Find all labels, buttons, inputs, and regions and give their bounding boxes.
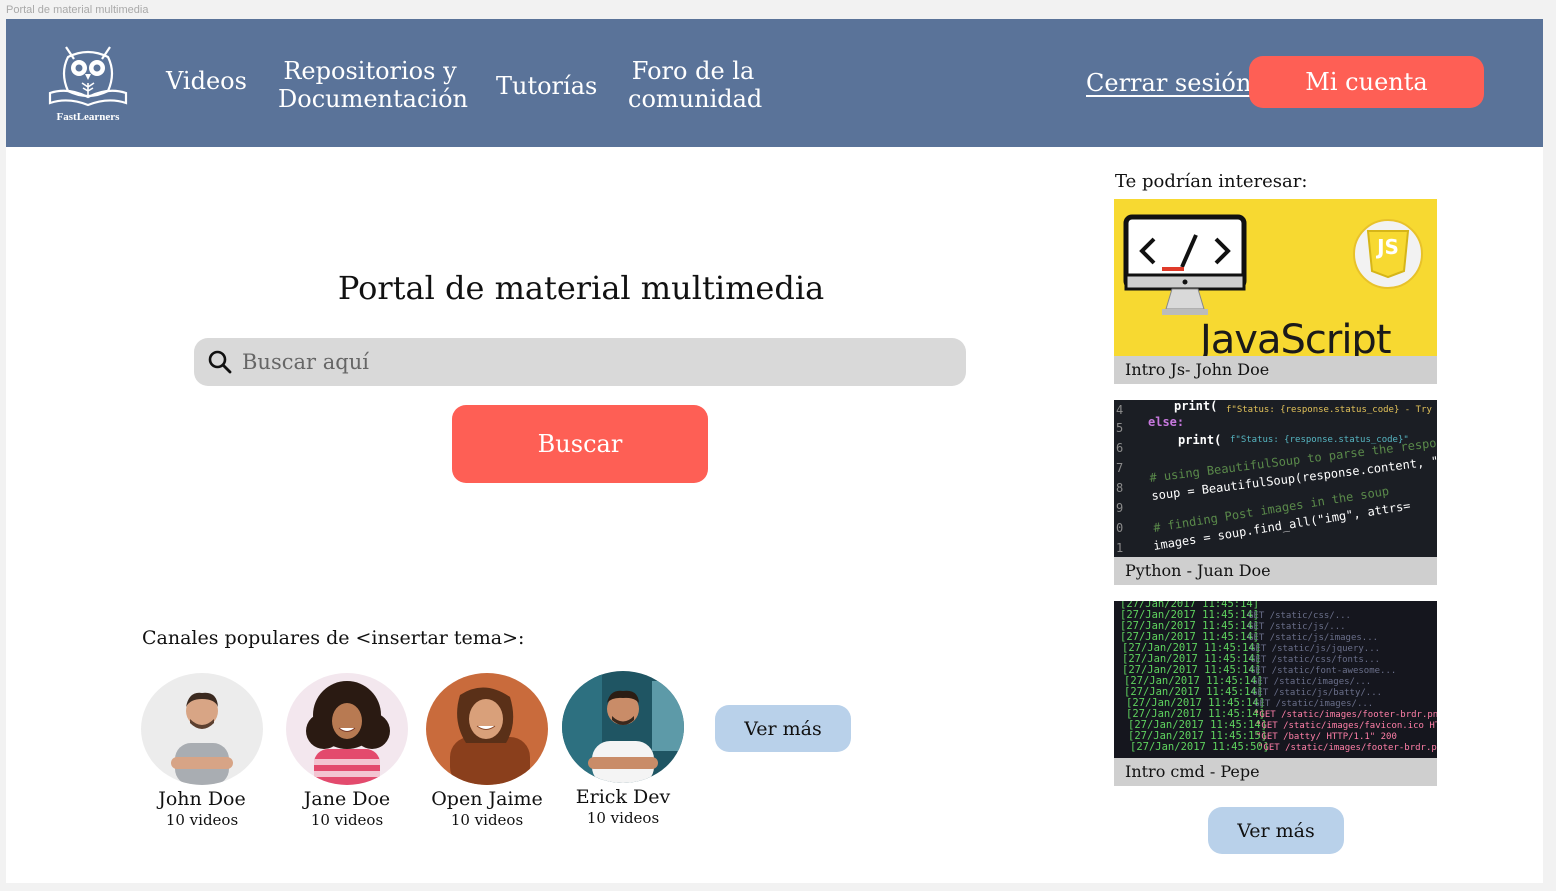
- search-icon: [208, 350, 232, 374]
- search-input[interactable]: [242, 350, 942, 374]
- video-thumbnail: [27/Jan/2017 11:45:14] [27/Jan/2017 11:4…: [1114, 601, 1437, 758]
- svg-text:f"Status: {response.status_cod: f"Status: {response.status_code} - Try r…: [1226, 405, 1437, 415]
- nav-videos[interactable]: Videos: [166, 67, 247, 95]
- channel-open-jaime[interactable]: Open Jaime 10 videos: [412, 673, 562, 829]
- nav-videos-label: Videos: [166, 67, 247, 95]
- top-navbar: FastLearners Videos Repositorios y Docum…: [6, 19, 1543, 147]
- owl-logo[interactable]: FastLearners: [46, 41, 130, 127]
- svg-text:"GET /static/images/favicon.ic: "GET /static/images/favicon.ico HTTP/1.1…: [1256, 721, 1437, 731]
- page-title: Portal de material multimedia: [337, 269, 825, 307]
- frame-label: Portal de material multimedia: [6, 4, 149, 16]
- nav-repositorios[interactable]: Repositorios y Documentación: [278, 57, 468, 113]
- svg-text:"GET /static/images/footer-brd: "GET /static/images/footer-brdr.png HTTP…: [1254, 710, 1437, 720]
- channel-avatar-image: [426, 673, 548, 785]
- js-badge-text: JS: [1377, 235, 1399, 259]
- search-bar: [194, 338, 966, 386]
- channels-see-more-button[interactable]: Ver más: [715, 705, 851, 752]
- video-caption: Python - Juan Doe: [1114, 557, 1437, 585]
- avatar: [562, 671, 684, 783]
- video-thumbnail: JS JavaScript: [1114, 199, 1437, 356]
- svg-text:GET /static/images/...: GET /static/images/...: [1252, 677, 1371, 687]
- nav-foro-line2: comunidad: [628, 85, 763, 113]
- channel-avatar-image: [286, 673, 408, 785]
- avatar: [286, 673, 408, 785]
- channels-heading: Canales populares de <insertar tema>:: [142, 627, 525, 649]
- channel-video-count: 10 videos: [310, 811, 384, 829]
- svg-text:GET /static/js/batty/...: GET /static/js/batty/...: [1252, 688, 1382, 698]
- svg-text:7: 7: [1116, 461, 1123, 475]
- svg-text:1: 1: [1116, 541, 1123, 555]
- nav-repositorios-line1: Repositorios y: [283, 57, 457, 85]
- svg-text:0: 0: [1116, 521, 1123, 535]
- svg-text:9: 9: [1116, 501, 1123, 515]
- svg-text:GET /static/css/fonts...: GET /static/css/fonts...: [1250, 655, 1380, 665]
- code-screenshot-image: 4 print( f"Status: {response.status_code…: [1114, 400, 1437, 557]
- svg-text:GET /static/js/...: GET /static/js/...: [1248, 622, 1346, 632]
- svg-text:GET /static/css/...: GET /static/css/...: [1248, 611, 1351, 621]
- avatar: [426, 673, 548, 785]
- search-button[interactable]: Buscar: [452, 405, 708, 483]
- nav-tutorias[interactable]: Tutorías: [496, 72, 597, 100]
- nav-foro[interactable]: Foro de la comunidad: [628, 57, 763, 113]
- svg-text:[27/Jan/2017 11:45:50]: [27/Jan/2017 11:45:50]: [1130, 741, 1269, 753]
- video-caption: Intro cmd - Pepe: [1114, 758, 1437, 786]
- logo-text: FastLearners: [56, 111, 120, 123]
- owl-logo-icon: [48, 46, 128, 107]
- svg-text:8: 8: [1116, 481, 1123, 495]
- channel-avatar-image: [141, 673, 263, 785]
- my-account-button[interactable]: Mi cuenta: [1249, 56, 1484, 108]
- svg-text:6: 6: [1116, 441, 1123, 455]
- video-caption: Intro Js- John Doe: [1114, 356, 1437, 384]
- recommendations-see-more-button[interactable]: Ver más: [1208, 807, 1344, 854]
- channel-name: John Doe: [158, 788, 246, 810]
- svg-text:else:: else:: [1148, 415, 1184, 429]
- channel-name: Jane Doe: [303, 788, 391, 810]
- svg-text:print(: print(: [1178, 433, 1221, 447]
- thumbnail-title: JavaScript: [1200, 317, 1392, 356]
- channel-video-count: 10 videos: [586, 809, 660, 827]
- channel-jane-doe[interactable]: Jane Doe 10 videos: [272, 673, 422, 829]
- svg-text:print(: print(: [1174, 400, 1217, 413]
- channel-video-count: 10 videos: [165, 811, 239, 829]
- svg-text:"GET /static/images/footer-brd: "GET /static/images/footer-brdr.png: [1258, 743, 1437, 753]
- terminal-screenshot-image: [27/Jan/2017 11:45:14] [27/Jan/2017 11:4…: [1114, 601, 1437, 758]
- logout-link[interactable]: Cerrar sesión: [1086, 69, 1251, 97]
- nav-foro-line1: Foro de la: [631, 57, 755, 85]
- svg-text:4: 4: [1116, 403, 1123, 417]
- video-card-cmd[interactable]: [27/Jan/2017 11:45:14] [27/Jan/2017 11:4…: [1114, 601, 1437, 786]
- svg-text:GET /static/js/images...: GET /static/js/images...: [1248, 633, 1378, 643]
- svg-text:5: 5: [1116, 421, 1123, 435]
- channel-name: Open Jaime: [431, 788, 543, 810]
- video-thumbnail: 4 print( f"Status: {response.status_code…: [1114, 400, 1437, 557]
- recommendations-heading: Te podrían interesar:: [1115, 171, 1308, 192]
- svg-text:GET /static/js/jquery...: GET /static/js/jquery...: [1250, 644, 1380, 654]
- channel-john-doe[interactable]: John Doe 10 videos: [127, 673, 277, 829]
- nav-tutorias-label: Tutorías: [496, 72, 598, 100]
- svg-text:"GET /batty/ HTTP/1.1" 200: "GET /batty/ HTTP/1.1" 200: [1256, 732, 1397, 742]
- nav-repositorios-line2: Documentación: [278, 85, 468, 113]
- page-frame: FastLearners Videos Repositorios y Docum…: [6, 19, 1543, 883]
- channel-avatar-image: [562, 671, 684, 783]
- video-card-js[interactable]: JS JavaScript Intro Js- John Doe: [1114, 199, 1437, 384]
- svg-text:GET /static/images/...: GET /static/images/...: [1254, 699, 1373, 709]
- channel-video-count: 10 videos: [450, 811, 524, 829]
- svg-text:GET /static/font-awesome...: GET /static/font-awesome...: [1250, 666, 1396, 676]
- channel-erick-dev[interactable]: Erick Dev 10 videos: [548, 671, 698, 827]
- avatar: [141, 673, 263, 785]
- video-card-python[interactable]: 4 print( f"Status: {response.status_code…: [1114, 400, 1437, 585]
- channel-name: Erick Dev: [575, 786, 671, 808]
